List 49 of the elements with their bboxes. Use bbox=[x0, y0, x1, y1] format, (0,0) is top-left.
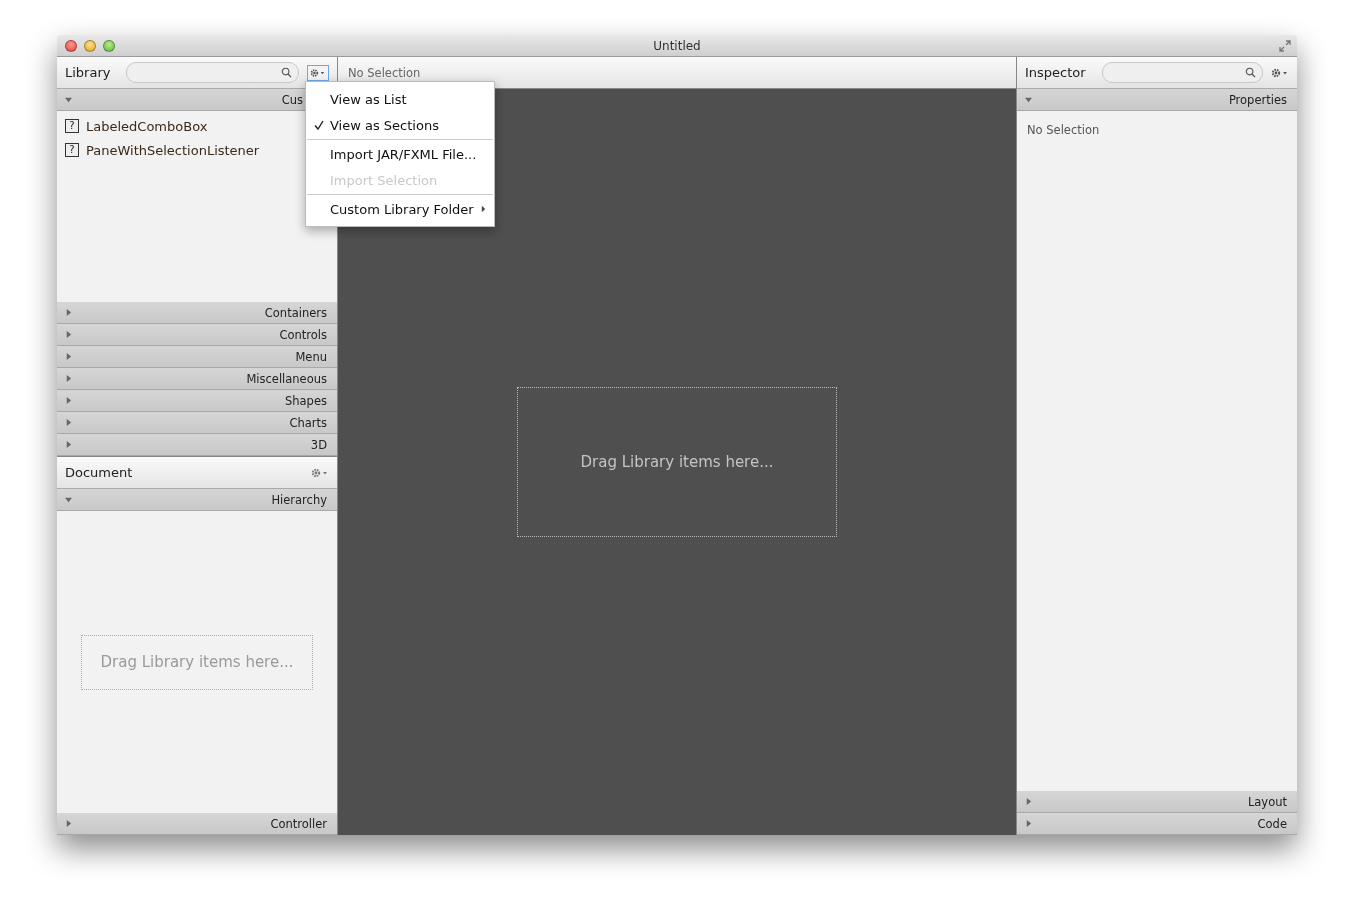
minimize-button[interactable] bbox=[84, 39, 96, 52]
settings-button[interactable] bbox=[307, 64, 329, 81]
section-header[interactable]: 3D bbox=[57, 434, 337, 456]
section-header[interactable]: Controls bbox=[57, 324, 337, 346]
disclosure-icon[interactable] bbox=[65, 331, 72, 338]
section-header[interactable]: Layout bbox=[1017, 791, 1297, 813]
search-field[interactable] bbox=[126, 62, 299, 83]
disclosure-icon[interactable] bbox=[65, 397, 72, 404]
section-header[interactable]: Charts bbox=[57, 412, 337, 434]
section-header[interactable]: Shapes bbox=[57, 390, 337, 412]
menu-item[interactable]: View as Sections bbox=[306, 112, 494, 138]
disclosure-icon[interactable] bbox=[1025, 798, 1032, 805]
disclosure-icon[interactable] bbox=[65, 496, 72, 503]
panel-title: Library bbox=[65, 65, 111, 80]
disclosure-icon[interactable] bbox=[65, 441, 72, 448]
disclosure-icon[interactable] bbox=[65, 309, 72, 316]
panel-title: Document bbox=[65, 465, 133, 480]
search-icon bbox=[281, 67, 292, 78]
settings-icon bbox=[310, 67, 326, 78]
submenu-arrow-icon bbox=[481, 205, 486, 213]
search-icon bbox=[1245, 67, 1256, 78]
empty-label: No Selection bbox=[1027, 123, 1100, 137]
close-button[interactable] bbox=[65, 39, 77, 52]
disclosure-icon[interactable] bbox=[1025, 820, 1032, 827]
section-header[interactable]: Menu bbox=[57, 346, 337, 368]
drop-zone: Drag Library items here... bbox=[81, 634, 313, 690]
drop-zone: Drag Library items here... bbox=[517, 387, 837, 537]
panel-title: Inspector bbox=[1025, 65, 1086, 80]
section-header[interactable]: Code bbox=[1017, 813, 1297, 835]
window-title: Untitled bbox=[653, 38, 701, 53]
disclosure-icon[interactable] bbox=[65, 353, 72, 360]
fullscreen-icon[interactable] bbox=[1279, 39, 1291, 52]
section-header[interactable]: Controller bbox=[57, 813, 337, 835]
selection-label: No Selection bbox=[348, 65, 421, 80]
section-header[interactable]: Containers bbox=[57, 302, 337, 324]
zoom-button[interactable] bbox=[103, 39, 115, 52]
disclosure-icon[interactable] bbox=[1025, 96, 1032, 103]
menu-item[interactable]: Import JAR/FXML File... bbox=[306, 141, 494, 167]
disclosure-icon[interactable] bbox=[65, 375, 72, 382]
settings-icon[interactable] bbox=[311, 467, 329, 478]
disclosure-icon[interactable] bbox=[65, 820, 72, 827]
search-field[interactable] bbox=[1101, 62, 1263, 83]
disclosure-icon[interactable] bbox=[65, 96, 72, 103]
menu-item[interactable]: Custom Library Folder bbox=[306, 196, 494, 222]
disclosure-icon[interactable] bbox=[65, 419, 72, 426]
section-header[interactable]: Miscellaneous bbox=[57, 368, 337, 390]
section-header[interactable]: Hierarchy bbox=[57, 489, 337, 511]
section-header[interactable]: Properties bbox=[1017, 89, 1297, 111]
settings-icon[interactable] bbox=[1271, 67, 1289, 78]
